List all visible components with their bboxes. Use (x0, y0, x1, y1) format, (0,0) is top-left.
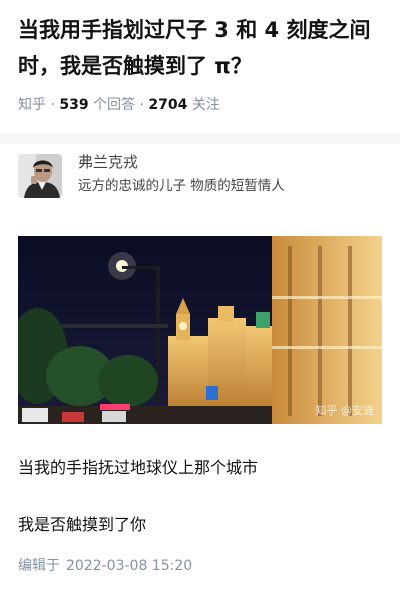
bund-night-photo[interactable]: 知乎 @安迪 (18, 236, 382, 424)
answers-label: 个回答 (93, 97, 136, 113)
edit-time: 2022-03-08 15:20 (66, 558, 193, 574)
image-watermark: 知乎 @安迪 (315, 404, 375, 417)
author-info: 弗兰克戎 远方的忠诚的儿子 物质的短暂情人 (18, 152, 382, 202)
answers-count: 539 (59, 97, 89, 113)
city-night-image (18, 236, 382, 424)
question-title[interactable]: 当我用手指划过尺子 3 和 4 刻度之间时，我是否触摸到了 π？ (18, 12, 382, 84)
portrait-avatar-icon (18, 154, 62, 198)
question-meta: 知乎 · 539 个回答 · 2704 关注 (18, 95, 220, 115)
answer-paragraph: 我是否触摸到了你 (18, 515, 147, 534)
answer-paragraph: 当我的手指抚过地球仪上那个城市 (18, 458, 259, 477)
edit-label: 编辑于 (18, 558, 60, 574)
followers-count: 2704 (148, 97, 188, 113)
edit-timestamp: 编辑于 2022-03-08 15:20 (18, 556, 192, 576)
site-name[interactable]: 知乎 (18, 97, 46, 113)
author-name[interactable]: 弗兰克戎 (78, 152, 138, 172)
avatar[interactable] (18, 154, 62, 198)
followers-label: 关注 (191, 97, 220, 113)
question-header: 当我用手指划过尺子 3 和 4 刻度之间时，我是否触摸到了 π？ 知乎 · 53… (0, 0, 400, 134)
author-bio: 远方的忠诚的儿子 物质的短暂情人 (78, 178, 285, 194)
section-divider (0, 134, 400, 144)
